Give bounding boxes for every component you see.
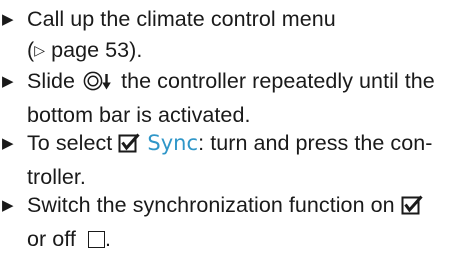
step-2-line-1: ▶ Slide the controller repeatedly until t… xyxy=(2,66,460,100)
page-ref-text: page 53). xyxy=(45,38,143,62)
step-3-text-a: To select xyxy=(27,131,119,155)
controller-slide-down-icon xyxy=(83,69,114,100)
checked-checkbox-icon xyxy=(401,193,423,224)
step-2-line-2: bottom bar is activated. xyxy=(27,103,251,127)
step-1-line-1: ▶ Call up the climate control menu xyxy=(2,4,460,35)
bullet-triangle-icon: ▶ xyxy=(2,197,14,214)
step-1-line-2: (▷ page 53). xyxy=(2,35,460,66)
step-3-line-2: troller. xyxy=(27,165,86,189)
step-2-text-a: Slide xyxy=(27,69,82,93)
empty-checkbox-icon xyxy=(87,231,105,248)
step-3-text-b: : turn and press the con- xyxy=(198,131,433,155)
step-3-line-1: ▶ To select Sync: turn and press the con- xyxy=(2,128,460,162)
instruction-step-4: ▶ Switch the synchronization function on … xyxy=(2,190,460,255)
step-4-text-b: or off xyxy=(27,227,82,251)
instruction-list: ▶ Call up the climate control menu (▷ pag… xyxy=(0,0,464,252)
step-4-text-a: Switch the synchronization function on xyxy=(27,193,401,217)
instruction-step-1: ▶ Call up the climate control menu (▷ pag… xyxy=(2,4,460,66)
step-1-text: Call up the climate control menu xyxy=(27,7,336,31)
step-4-line-2: or off . xyxy=(2,224,460,255)
step-4-line-1: ▶ Switch the synchronization function on xyxy=(2,190,460,224)
instruction-step-3: ▶ To select Sync: turn and press the con-… xyxy=(2,128,460,193)
step-2-text-b: the controller repeatedly until the xyxy=(115,69,435,93)
bullet-triangle-icon: ▶ xyxy=(2,73,14,90)
checked-checkbox-icon xyxy=(118,131,140,162)
sync-label: Sync xyxy=(147,131,199,155)
page-ref-triangle-icon: ▷ xyxy=(34,42,46,58)
bullet-triangle-icon: ▶ xyxy=(2,11,14,28)
bullet-triangle-icon: ▶ xyxy=(2,135,14,152)
step-4-period: . xyxy=(104,227,111,251)
instruction-step-2: ▶ Slide the controller repeatedly until t… xyxy=(2,66,460,131)
